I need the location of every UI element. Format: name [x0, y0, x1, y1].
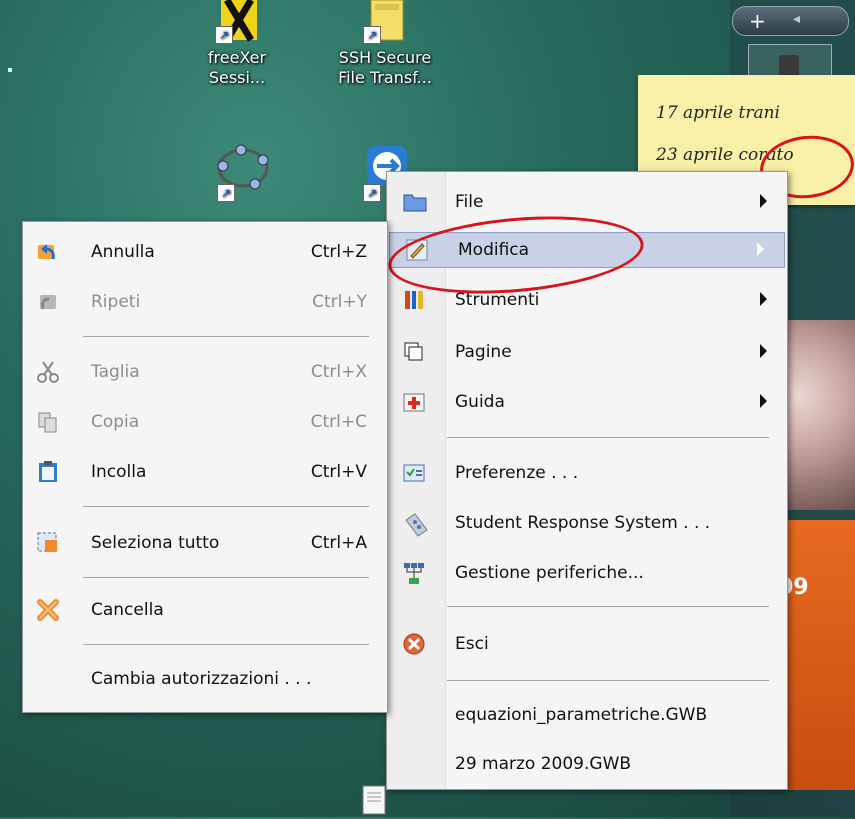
desktop-icon-label: SSH Secure: [338, 48, 432, 67]
menu-item-taglia[interactable]: Taglia Ctrl+X: [23, 355, 387, 389]
menu-item-label: Pagine: [455, 342, 512, 362]
menu-item-label: Taglia: [91, 362, 140, 382]
menu-item-label: Cancella: [91, 600, 164, 620]
add-gadget-icon[interactable]: +: [749, 9, 766, 33]
menu-item-cancella[interactable]: Cancella: [23, 593, 387, 627]
tools-icon: [403, 289, 425, 311]
shortcut-arrow-icon: ↗: [363, 26, 381, 44]
menu-item-annulla[interactable]: Annulla Ctrl+Z: [23, 235, 387, 269]
shortcut-label: Ctrl+Z: [310, 242, 367, 262]
sidebar-controls[interactable]: + ◂: [732, 6, 849, 36]
menu-item-label: Seleziona tutto: [91, 533, 220, 553]
menu-item-label: 29 marzo 2009.GWB: [455, 754, 632, 774]
submenu-arrow-icon: [760, 194, 767, 208]
exit-icon: [403, 633, 425, 655]
menu-item-incolla[interactable]: Incolla Ctrl+V: [23, 455, 387, 489]
delete-x-icon: [37, 599, 59, 621]
menu-item-student-response[interactable]: Student Response System . . .: [387, 506, 787, 540]
shortcut-arrow-icon: ↗: [215, 26, 233, 44]
shortcut-label: Ctrl+A: [310, 533, 367, 553]
menu-separator: [83, 644, 369, 645]
submenu-arrow-icon: [760, 394, 767, 408]
menu-separator: [447, 437, 769, 438]
menu-item-label: Annulla: [91, 242, 155, 262]
menu-item-label: Incolla: [91, 462, 147, 482]
desktop-icon-geogebra[interactable]: ↗: [184, 140, 294, 202]
freexer-app-icon: ↗: [213, 0, 261, 44]
menu-item-guida[interactable]: Guida: [387, 385, 787, 419]
sticky-note-line: 17 aprile trani: [656, 103, 780, 123]
menu-item-label: Guida: [455, 392, 505, 412]
scissors-icon: [37, 361, 59, 383]
menu-item-label: Student Response System . . .: [455, 513, 711, 533]
menu-separator: [83, 577, 369, 578]
desktop-icon-label: File Transf...: [338, 68, 432, 87]
desktop-icon-label: freeXer: [207, 48, 267, 67]
menu-item-recent-file-2[interactable]: 29 marzo 2009.GWB: [387, 747, 787, 781]
desktop-icon-ssh[interactable]: ↗ SSH Secure File Transf...: [330, 0, 440, 88]
select-all-icon: [37, 532, 59, 554]
menu-item-copia[interactable]: Copia Ctrl+C: [23, 405, 387, 439]
copy-icon: [37, 411, 59, 433]
menu-item-esci[interactable]: Esci: [387, 627, 787, 661]
menu-item-label: Cambia autorizzazioni . . .: [91, 669, 312, 689]
menu-item-gestione-periferiche[interactable]: Gestione periferiche...: [387, 556, 787, 590]
geogebra-icon: ↗: [215, 140, 269, 202]
desktop-icon-freexer[interactable]: ↗ freeXer Sessi...: [182, 0, 292, 88]
shortcut-label: Ctrl+V: [310, 462, 367, 482]
menu-item-label: Gestione periferiche...: [455, 563, 644, 583]
menu-separator: [83, 336, 369, 337]
submenu-arrow-icon: [760, 292, 767, 306]
pages-icon: [403, 341, 425, 363]
help-firstaid-icon: [403, 391, 425, 413]
submenu-arrow-icon: [760, 344, 767, 358]
menu-item-label: File: [455, 192, 484, 212]
menu-item-cambia-autorizzazioni[interactable]: Cambia autorizzazioni . . .: [23, 662, 387, 696]
menu-separator: [447, 606, 769, 607]
network-devices-icon: [403, 562, 425, 584]
shortcut-label: Ctrl+Y: [312, 292, 367, 312]
menu-item-pagine[interactable]: Pagine: [387, 335, 787, 369]
menu-item-label: Ripeti: [91, 292, 141, 312]
menu-item-label: Preferenze . . .: [455, 463, 579, 483]
folder-icon: [403, 191, 427, 213]
menu-item-file[interactable]: File: [387, 185, 787, 219]
menu-item-recent-file-1[interactable]: equazioni_parametriche.GWB: [387, 698, 787, 732]
menu-item-seleziona-tutto[interactable]: Seleziona tutto Ctrl+A: [23, 526, 387, 560]
shortcut-arrow-icon: ↗: [217, 184, 235, 202]
menu-item-label: Esci: [455, 634, 489, 654]
shortcut-arrow-icon: ↗: [363, 184, 381, 202]
previous-arrow-icon[interactable]: ◂: [793, 11, 800, 27]
desktop-dot: [8, 68, 12, 72]
undo-icon: [37, 241, 59, 263]
menu-item-ripeti[interactable]: Ripeti Ctrl+Y: [23, 285, 387, 319]
menu-separator: [447, 680, 769, 681]
document-icon: [362, 785, 386, 819]
menu-item-label: Copia: [91, 412, 140, 432]
ssh-secure-file-transfer-icon: ↗: [361, 0, 409, 44]
menu-separator: [83, 506, 369, 507]
desktop-icon-label: Sessi...: [208, 68, 266, 87]
shortcut-label: Ctrl+X: [310, 362, 367, 382]
edit-submenu: Annulla Ctrl+Z Ripeti Ctrl+Y Taglia Ctrl…: [22, 221, 388, 713]
submenu-arrow-icon: [757, 242, 764, 256]
shortcut-label: Ctrl+C: [310, 412, 367, 432]
menu-item-label: equazioni_parametriche.GWB: [455, 705, 708, 725]
menu-item-preferenze[interactable]: Preferenze . . .: [387, 456, 787, 490]
redo-icon: [37, 291, 59, 313]
preferences-icon: [403, 462, 425, 484]
clicker-icon: [403, 512, 428, 537]
clipboard-icon: [37, 461, 59, 483]
